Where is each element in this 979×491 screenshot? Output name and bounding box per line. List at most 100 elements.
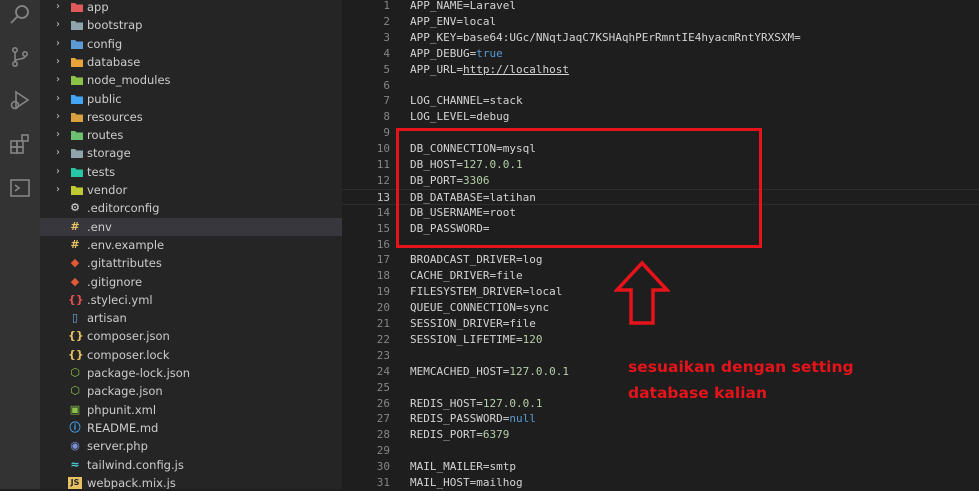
chevron-right-icon: › bbox=[56, 165, 60, 177]
file-item[interactable]: # .env.example bbox=[40, 236, 342, 254]
env-value: true bbox=[476, 46, 503, 60]
file-label: README.md bbox=[87, 420, 159, 435]
file-item[interactable]: ⓘ README.md bbox=[40, 419, 342, 437]
env-value: file bbox=[509, 317, 536, 330]
code-line[interactable]: 27 REDIS_PASSWORD=null bbox=[342, 411, 979, 427]
run-debug-icon[interactable] bbox=[8, 88, 32, 112]
line-number: 22 bbox=[376, 332, 390, 346]
file-label: .env bbox=[87, 219, 112, 234]
folder-item[interactable]: › public bbox=[40, 90, 342, 108]
annotation-line-2: database kalian bbox=[628, 384, 768, 402]
code-text: MEMCACHED_HOST=127.0.0.1 bbox=[410, 364, 569, 380]
file-item[interactable]: # .env bbox=[40, 217, 342, 236]
env-value: Laravel bbox=[469, 0, 516, 12]
code-line[interactable]: 22 SESSION_LIFETIME=120 bbox=[342, 332, 979, 348]
folder-item[interactable]: › database bbox=[40, 53, 342, 71]
folder-label: app bbox=[87, 0, 109, 14]
code-text: REDIS_HOST=127.0.0.1 bbox=[410, 396, 542, 412]
line-number: 26 bbox=[376, 396, 390, 410]
up-arrow-icon bbox=[614, 260, 670, 325]
folder-item[interactable]: › app bbox=[40, 0, 342, 16]
folder-icon bbox=[71, 186, 83, 195]
gear-icon: ⚙ bbox=[70, 201, 80, 215]
remote-explorer-icon[interactable] bbox=[8, 176, 32, 200]
code-line[interactable]: 29 bbox=[342, 443, 979, 459]
file-label: tailwind.config.js bbox=[87, 457, 184, 472]
file-label: webpack.mix.js bbox=[87, 475, 176, 489]
search-icon[interactable] bbox=[8, 3, 32, 27]
env-key: APP_URL= bbox=[410, 62, 463, 76]
file-item[interactable]: {} .styleci.yml bbox=[40, 291, 342, 309]
file-item[interactable]: ◆ .gitattributes bbox=[40, 254, 342, 272]
chevron-right-icon: › bbox=[56, 37, 60, 49]
file-label: .gitattributes bbox=[87, 256, 162, 271]
folder-item[interactable]: › bootstrap bbox=[40, 16, 342, 34]
file-label: composer.lock bbox=[87, 347, 170, 362]
env-value: 6379 bbox=[482, 428, 510, 442]
line-number: 27 bbox=[376, 412, 390, 426]
env-value[interactable]: http://localhost bbox=[463, 63, 569, 76]
code-text: APP_DEBUG=true bbox=[410, 46, 503, 62]
tailwind-icon: ≈ bbox=[70, 457, 80, 471]
file-item[interactable]: {} composer.json bbox=[40, 327, 342, 345]
file-item[interactable]: JS webpack.mix.js bbox=[40, 474, 342, 489]
file-item[interactable]: ▣ phpunit.xml bbox=[40, 401, 342, 419]
folder-item[interactable]: › storage bbox=[40, 144, 342, 162]
file-item[interactable]: ⚙ .editorconfig bbox=[40, 199, 342, 217]
file-item[interactable]: ◉ server.php bbox=[40, 437, 342, 455]
env-key: LOG_CHANNEL= bbox=[410, 94, 490, 108]
file-item[interactable]: ≈ tailwind.config.js bbox=[40, 456, 342, 474]
file-item[interactable]: ⬡ package.json bbox=[40, 382, 342, 400]
code-line[interactable]: 8 LOG_LEVEL=debug bbox=[342, 109, 979, 125]
chevron-right-icon: › bbox=[56, 19, 60, 31]
code-text: FILESYSTEM_DRIVER=local bbox=[410, 284, 562, 300]
js-icon: JS bbox=[68, 476, 82, 489]
code-text: LOG_LEVEL=debug bbox=[410, 109, 509, 125]
line-number: 20 bbox=[376, 301, 390, 315]
folder-item[interactable]: › config bbox=[40, 35, 342, 53]
code-line[interactable]: 5 APP_URL=http://localhost bbox=[342, 62, 979, 78]
file-item[interactable]: ⬡ package-lock.json bbox=[40, 364, 342, 382]
chevron-right-icon: › bbox=[56, 129, 60, 141]
line-number: 21 bbox=[376, 317, 390, 330]
folder-item[interactable]: › tests bbox=[40, 163, 342, 181]
code-line[interactable]: 3 APP_KEY=base64:UGc/NNqtJaqC7KSHAqhPErRm… bbox=[342, 30, 979, 46]
folder-icon bbox=[71, 94, 83, 104]
file-item[interactable]: ▯ artisan bbox=[40, 309, 342, 327]
code-line[interactable]: 6 bbox=[342, 78, 979, 94]
file-item[interactable]: {} composer.lock bbox=[40, 346, 342, 364]
code-text: APP_KEY=base64:UGc/NNqtJaqC7KSHAqhPErRmn… bbox=[410, 30, 801, 46]
folder-item[interactable]: › vendor bbox=[40, 181, 342, 199]
folder-item[interactable]: › node_modules bbox=[40, 71, 342, 89]
code-text: REDIS_PORT=6379 bbox=[410, 427, 509, 443]
line-number: 30 bbox=[376, 460, 390, 474]
code-text: SESSION_DRIVER=file bbox=[410, 316, 536, 332]
line-number: 17 bbox=[376, 253, 390, 267]
file-item[interactable]: ◆ .gitignore bbox=[40, 273, 342, 291]
code-line[interactable]: 1 APP_NAME=Laravel bbox=[342, 0, 979, 14]
line-number: 3 bbox=[383, 30, 390, 44]
code-line[interactable]: 28 REDIS_PORT=6379 bbox=[342, 427, 979, 443]
folder-item[interactable]: › routes bbox=[40, 126, 342, 144]
line-number: 23 bbox=[376, 348, 390, 362]
line-number: 29 bbox=[376, 444, 390, 458]
env-key: FILESYSTEM_DRIVER= bbox=[410, 285, 530, 299]
code-line[interactable]: 4 APP_DEBUG=true bbox=[342, 46, 979, 62]
file-label: package.json bbox=[87, 384, 163, 399]
folder-item[interactable]: › resources bbox=[40, 108, 342, 126]
source-control-icon[interactable] bbox=[8, 45, 32, 69]
code-line[interactable]: 2 APP_ENV=local bbox=[342, 14, 979, 30]
code-line[interactable]: 7 LOG_CHANNEL=stack bbox=[342, 93, 979, 109]
line-number: 24 bbox=[376, 364, 390, 378]
extensions-icon[interactable] bbox=[8, 132, 32, 156]
folder-icon bbox=[71, 131, 83, 141]
env-key: QUEUE_CONNECTION= bbox=[410, 301, 523, 315]
code-line[interactable]: 30 MAIL_MAILER=smtp bbox=[342, 459, 979, 475]
chevron-right-icon: › bbox=[56, 147, 60, 159]
line-number: 28 bbox=[376, 428, 390, 442]
env-key: REDIS_HOST= bbox=[410, 396, 483, 410]
code-text: APP_ENV=local bbox=[410, 14, 496, 30]
code-text: QUEUE_CONNECTION=sync bbox=[410, 300, 549, 316]
line-number: 18 bbox=[376, 269, 390, 283]
line-number: 5 bbox=[383, 62, 390, 76]
